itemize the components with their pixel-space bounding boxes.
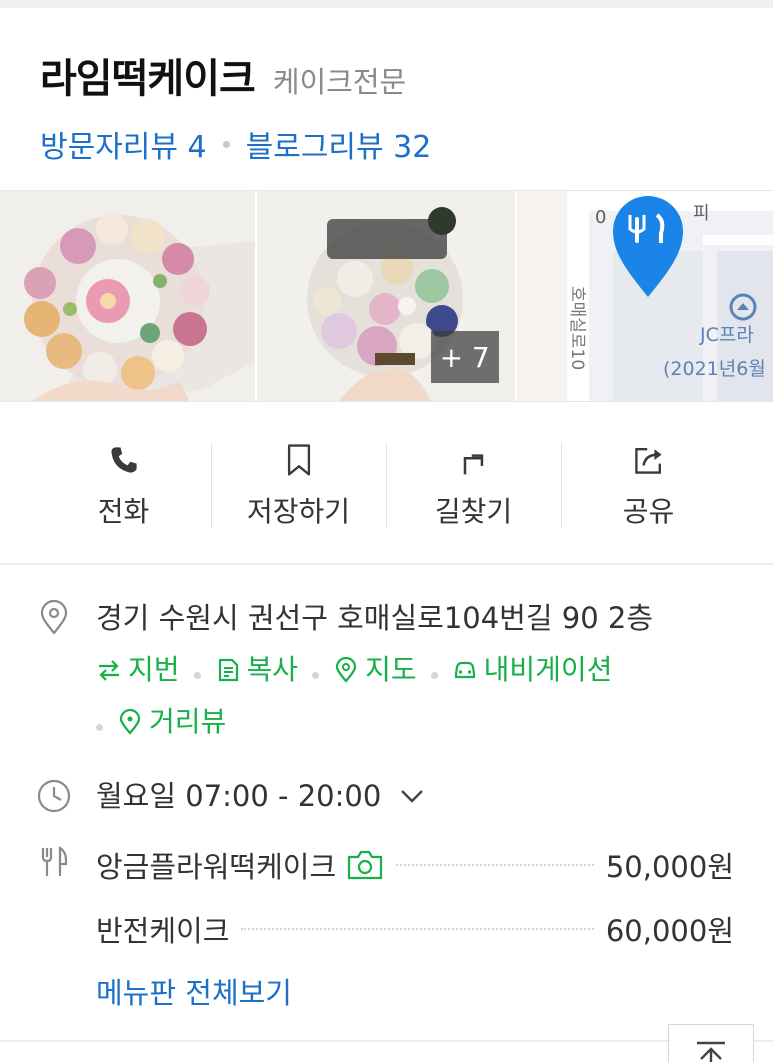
map-link[interactable]: 지도 (333, 646, 417, 694)
directions-button[interactable]: 길찾기 (386, 440, 561, 530)
visitor-reviews-link[interactable]: 방문자리뷰 4 (40, 122, 207, 166)
share-label: 공유 (622, 495, 675, 528)
separator-dot (193, 671, 201, 679)
map-label-date: (2021년6월 (663, 358, 766, 380)
directions-label: 길찾기 (434, 495, 513, 528)
map-thumbnail[interactable]: 0 피 호매실로10 JC프라 (2021년6월 (516, 191, 773, 401)
copy-label: 복사 (246, 653, 299, 686)
jibun-label: 지번 (128, 653, 180, 686)
save-button[interactable]: 저장하기 (211, 440, 386, 530)
photo-strip: + 7 0 피 호매실로10 JC프라 (2021년6월 (0, 190, 773, 402)
action-bar: 전화 저장하기 길찾기 공유 (36, 440, 736, 530)
location-pin-icon (40, 600, 68, 635)
cake-photo-2[interactable]: + 7 (257, 191, 515, 401)
place-category: 케이크전문 (272, 65, 407, 99)
section-divider (0, 563, 773, 565)
street-view-icon (119, 709, 141, 735)
svg-text:0: 0 (595, 207, 606, 228)
navigation-label: 내비게이션 (483, 653, 613, 686)
hours-toggle[interactable]: 월요일 07:00 - 20:00 (96, 776, 425, 816)
address-row: 경기 수원시 권선구 호매실로104번길 90 2층 지번 복사 지도 내비게이… (36, 598, 756, 750)
view-full-menu-link[interactable]: 메뉴판 전체보기 (96, 970, 756, 1012)
clock-icon (37, 779, 71, 813)
car-icon (454, 661, 475, 679)
call-label: 전화 (97, 495, 150, 528)
directions-icon (463, 454, 483, 475)
copy-link[interactable]: 복사 (215, 646, 299, 694)
chevron-down-icon (401, 790, 424, 803)
menu-item[interactable]: 반전케이크 60,000원 (96, 906, 756, 952)
scroll-to-top-button[interactable] (668, 1024, 754, 1062)
cake-photo-1[interactable] (0, 191, 256, 401)
hours-text: 월요일 07:00 - 20:00 (96, 779, 382, 813)
save-label: 저장하기 (246, 495, 351, 528)
menu-item[interactable]: 앙금플라워떡케이크 50,000원 (96, 842, 756, 888)
camera-icon[interactable] (346, 849, 384, 881)
share-button[interactable]: 공유 (561, 440, 736, 530)
dotted-leader (396, 864, 594, 866)
share-icon (634, 448, 662, 474)
map-label-pi: 피 (693, 203, 710, 224)
separator-dot (312, 671, 320, 679)
place-header: 라임떡케이크 케이크전문 방문자리뷰 4 블로그리뷰 32 (40, 46, 760, 166)
bottom-divider (0, 1040, 773, 1042)
map-label: 지도 (365, 653, 417, 686)
review-links: 방문자리뷰 4 블로그리뷰 32 (40, 122, 760, 166)
swap-arrows-icon (99, 660, 119, 681)
separator-dot (96, 723, 103, 731)
address-text: 경기 수원시 권선구 호매실로104번길 90 2층 (96, 601, 653, 635)
menu-row: 앙금플라워떡케이크 50,000원 반전케이크 60,000원 메뉴판 전체보기 (36, 842, 756, 1012)
separator-dot (222, 140, 230, 148)
separator-dot (430, 671, 438, 679)
navigation-link[interactable]: 내비게이션 (452, 646, 613, 694)
jibun-link[interactable]: 지번 (96, 646, 180, 694)
blog-reviews-link[interactable]: 블로그리뷰 32 (246, 122, 432, 166)
menu-item-price: 60,000원 (605, 914, 734, 948)
menu-item-name: 반전케이크 (96, 914, 230, 948)
menu-item-name: 앙금플라워떡케이크 (96, 850, 337, 884)
more-photos-badge[interactable]: + 7 (430, 331, 499, 383)
street-view-label: 거리뷰 (149, 705, 227, 738)
bookmark-icon (287, 444, 310, 476)
hours-row: 월요일 07:00 - 20:00 (36, 776, 756, 816)
map-label-road: 호매실로10 (567, 286, 587, 370)
fork-knife-icon (41, 845, 68, 876)
place-info: 경기 수원시 권선구 호매실로104번길 90 2층 지번 복사 지도 내비게이… (36, 598, 756, 1012)
menu-item-price: 50,000원 (605, 850, 734, 884)
map-label-building: JC프라 (699, 324, 754, 346)
arrow-up-icon (697, 1041, 725, 1062)
place-name: 라임떡케이크 (40, 56, 256, 102)
address-links: 지번 복사 지도 내비게이션 거리뷰 (96, 646, 756, 750)
map-pin-icon (335, 657, 357, 683)
phone-icon (110, 447, 137, 473)
call-button[interactable]: 전화 (36, 440, 211, 530)
top-strip (0, 0, 773, 8)
street-view-link[interactable]: 거리뷰 (117, 698, 226, 746)
copy-icon (218, 658, 238, 682)
dotted-leader (241, 928, 594, 930)
